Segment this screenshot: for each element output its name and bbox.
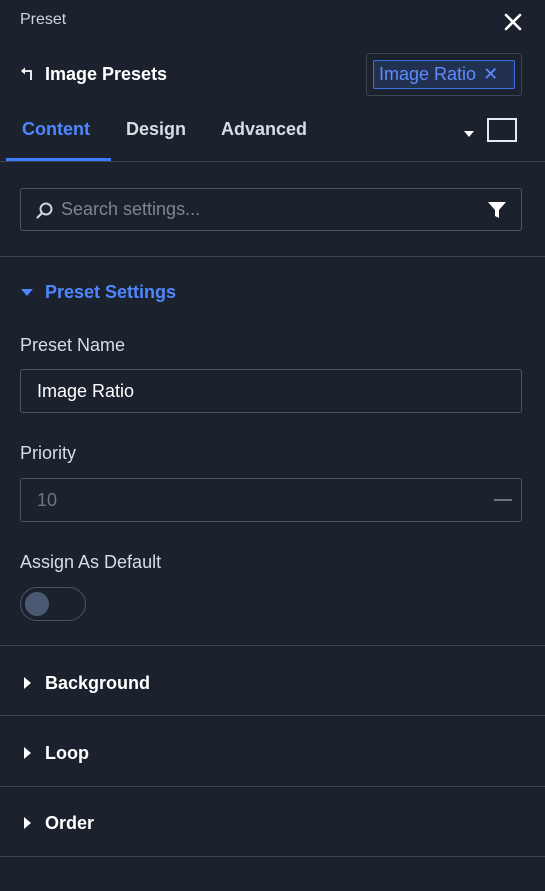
panel-topbar: Preset xyxy=(0,0,545,44)
section-loop[interactable]: Loop xyxy=(20,740,89,766)
back-arrow-icon[interactable] xyxy=(18,62,38,86)
divider xyxy=(0,856,545,857)
preset-chip[interactable]: Image Ratio ✕ xyxy=(373,60,515,89)
preset-panel: Preset Image Presets Image Ratio ✕ Conte… xyxy=(0,0,545,891)
section-title: Preset Settings xyxy=(45,281,177,302)
section-background[interactable]: Background xyxy=(20,670,150,696)
section-title: Order xyxy=(45,812,95,833)
tab-design[interactable]: Design xyxy=(126,119,186,140)
close-icon[interactable] xyxy=(500,9,526,35)
panel-title: Preset xyxy=(20,11,67,28)
divider xyxy=(0,645,545,646)
filter-icon[interactable] xyxy=(487,200,507,220)
section-title: Loop xyxy=(45,742,89,763)
search-box xyxy=(20,188,522,231)
caret-right-icon xyxy=(24,747,31,759)
chip-close-icon[interactable]: ✕ xyxy=(483,64,498,85)
preset-chip-label: Image Ratio xyxy=(379,64,477,84)
caret-right-icon xyxy=(24,817,31,829)
active-tab-indicator xyxy=(6,158,111,161)
section-preset-settings[interactable]: Preset Settings xyxy=(20,279,176,305)
divider xyxy=(0,715,545,716)
minus-icon[interactable] xyxy=(494,499,512,501)
assign-default-label: Assign As Default xyxy=(20,552,162,572)
caret-right-icon xyxy=(24,677,31,689)
divider xyxy=(0,256,545,257)
tab-advanced[interactable]: Advanced xyxy=(221,119,307,140)
assign-default-toggle[interactable] xyxy=(20,587,86,621)
search-icon xyxy=(35,201,55,221)
search-input[interactable] xyxy=(61,189,481,230)
preset-selector: Image Ratio ✕ xyxy=(366,53,522,96)
priority-label: Priority xyxy=(20,443,77,463)
section-title: Background xyxy=(45,672,151,693)
priority-input[interactable] xyxy=(20,478,522,522)
divider xyxy=(0,786,545,787)
page-title: Image Presets xyxy=(45,64,168,84)
panel-header: Image Presets Image Ratio ✕ xyxy=(0,50,545,100)
responsive-view-icon[interactable] xyxy=(487,118,517,142)
tab-content[interactable]: Content xyxy=(22,119,90,140)
preset-name-input[interactable] xyxy=(20,369,522,413)
tab-bar: Content Design Advanced xyxy=(0,104,545,162)
toggle-knob xyxy=(25,592,49,616)
section-order[interactable]: Order xyxy=(20,810,94,836)
caret-down-icon[interactable] xyxy=(463,126,475,137)
caret-down-icon xyxy=(21,289,33,296)
preset-name-label: Preset Name xyxy=(20,335,126,355)
